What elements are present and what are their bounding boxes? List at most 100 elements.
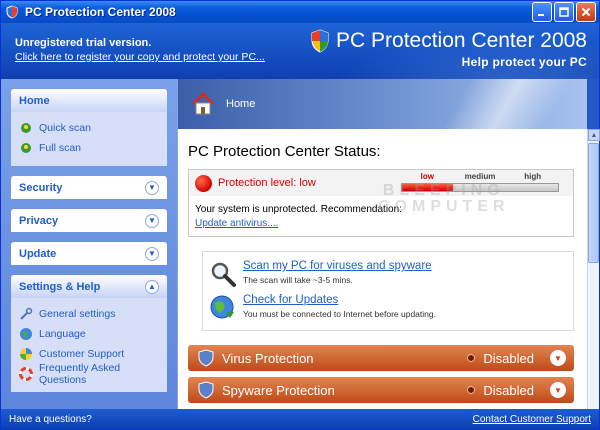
settings-icon xyxy=(19,307,33,321)
window-title: PC Protection Center 2008 xyxy=(25,5,176,19)
sidebar-item-full-scan[interactable]: Full scan xyxy=(19,138,159,158)
protection-state: Disabled xyxy=(467,383,534,398)
main-content: Home PC Protection Center Status: Protec… xyxy=(177,79,587,409)
lifebuoy-icon xyxy=(19,367,33,381)
meter-label-low: low xyxy=(420,172,434,181)
minimize-icon xyxy=(538,14,544,16)
brand: PC Protection Center 2008 xyxy=(310,29,587,53)
sidebar-item-quick-scan[interactable]: Quick scan xyxy=(19,118,159,138)
sidebar-panel-title: Privacy xyxy=(19,214,59,227)
scan-icon xyxy=(19,141,33,155)
protection-state: Disabled xyxy=(467,351,534,366)
protection-state-label: Disabled xyxy=(483,350,534,366)
breadcrumb: Home xyxy=(226,98,256,110)
virus-protection-bar[interactable]: Virus Protection Disabled ▼ xyxy=(188,345,574,371)
actions-box: Scan my PC for viruses and spyware The s… xyxy=(202,251,574,331)
globe-icon xyxy=(19,327,33,341)
app-header: Unregistered trial version. Click here t… xyxy=(1,23,599,79)
sidebar-panel-title: Update xyxy=(19,247,57,260)
sidebar-panel-title: Home xyxy=(19,94,50,107)
close-button[interactable] xyxy=(576,2,596,22)
update-action: Check for Updates You must be connected … xyxy=(209,294,436,322)
header-decoration xyxy=(407,79,587,129)
sidebar-item-label: Quick scan xyxy=(39,122,91,134)
sidebar-panel-home-body: Quick scan Full scan xyxy=(11,112,167,166)
sidebar-panel-title: Settings & Help xyxy=(19,280,101,293)
status-title: PC Protection Center Status: xyxy=(188,143,381,160)
sidebar-panel-update-header[interactable]: Update ▼ xyxy=(11,242,167,265)
shield-icon xyxy=(198,381,214,399)
sidebar-item-general-settings[interactable]: General settings xyxy=(19,304,159,324)
chevron-down-icon[interactable]: ▼ xyxy=(550,350,566,366)
vertical-scrollbar[interactable]: ▲ xyxy=(587,129,600,409)
support-icon xyxy=(19,347,33,361)
watermark: BLEEPING COMPUTER xyxy=(378,182,510,215)
minimize-button[interactable] xyxy=(532,2,552,22)
protection-level-text: Protection level: low xyxy=(218,177,316,189)
update-note: You must be connected to Internet before… xyxy=(243,309,436,319)
contact-support-link[interactable]: Contact Customer Support xyxy=(473,414,591,425)
sidebar-item-label: General settings xyxy=(39,308,116,320)
sidebar-item-label: Customer Support xyxy=(39,348,125,360)
protection-name: Virus Protection xyxy=(222,350,314,366)
app-window: PC Protection Center 2008 Unregistered t… xyxy=(0,0,600,430)
shield-icon xyxy=(6,5,18,19)
check-updates-link[interactable]: Check for Updates xyxy=(243,294,436,306)
protection-state-label: Disabled xyxy=(483,382,534,398)
chevron-down-icon[interactable]: ▼ xyxy=(145,180,159,195)
scan-pc-link[interactable]: Scan my PC for viruses and spyware xyxy=(243,260,432,272)
sidebar-item-language[interactable]: Language xyxy=(19,324,159,344)
content-header: Home xyxy=(178,79,587,129)
sidebar-panel-privacy: Privacy ▼ xyxy=(11,209,167,232)
sidebar-panel-privacy-header[interactable]: Privacy ▼ xyxy=(11,209,167,232)
status-dot-icon xyxy=(467,354,476,362)
scroll-up-button[interactable]: ▲ xyxy=(588,129,600,141)
title-bar[interactable]: PC Protection Center 2008 xyxy=(1,1,599,23)
sidebar-panel-settings-body: General settings Language Customer Suppo… xyxy=(11,298,167,392)
scan-icon xyxy=(19,121,33,135)
shield-icon xyxy=(311,29,329,53)
magnifier-icon xyxy=(211,262,236,287)
window-controls xyxy=(532,2,596,22)
scan-action: Scan my PC for viruses and spyware The s… xyxy=(209,260,432,288)
sidebar-panel-security-header[interactable]: Security ▼ xyxy=(11,176,167,199)
sidebar-panel-settings: Settings & Help ▲ General settings Langu… xyxy=(11,275,167,392)
chevron-down-icon[interactable]: ▼ xyxy=(145,246,159,261)
update-antivirus-link[interactable]: Update antivirus.... xyxy=(189,215,573,229)
sidebar: Home Quick scan Full scan Security ▼ Pri… xyxy=(1,79,177,409)
protection-name: Spyware Protection xyxy=(222,382,335,398)
maximize-icon xyxy=(559,7,569,17)
alert-icon xyxy=(195,174,212,192)
meter-labels: low medium high xyxy=(401,172,559,181)
spyware-protection-bar[interactable]: Spyware Protection Disabled ▼ xyxy=(188,377,574,403)
sidebar-panel-title: Security xyxy=(19,181,63,194)
close-icon xyxy=(581,7,591,17)
sidebar-panel-settings-header[interactable]: Settings & Help ▲ xyxy=(11,275,167,298)
status-bar: Have a questions? Contact Customer Suppo… xyxy=(1,409,599,429)
shield-icon xyxy=(198,349,214,367)
register-link[interactable]: Click here to register your copy and pro… xyxy=(15,51,265,63)
footer-text: Have a questions? xyxy=(9,413,92,425)
sidebar-item-customer-support[interactable]: Customer Support xyxy=(19,344,159,364)
trial-notice: Unregistered trial version. xyxy=(15,37,152,49)
meter-label-high: high xyxy=(524,172,542,181)
sidebar-panel-home: Home Quick scan Full scan xyxy=(11,89,167,166)
status-dot-icon xyxy=(467,386,476,394)
sidebar-item-label: Language xyxy=(39,328,86,340)
chevron-down-icon[interactable]: ▼ xyxy=(550,382,566,398)
sidebar-panel-security: Security ▼ xyxy=(11,176,167,199)
chevron-up-icon[interactable]: ▲ xyxy=(145,279,159,294)
sidebar-item-label: Frequently Asked Questions xyxy=(39,362,121,386)
meter-label-medium: medium xyxy=(464,172,496,181)
brand-title: PC Protection Center 2008 xyxy=(336,29,587,52)
home-icon xyxy=(191,91,215,115)
sidebar-item-faq[interactable]: Frequently Asked Questions xyxy=(19,362,159,386)
scan-note: The scan will take ~3-5 mins. xyxy=(243,275,353,285)
chevron-down-icon[interactable]: ▼ xyxy=(145,213,159,228)
brand-subtitle: Help protect your PC xyxy=(461,55,587,69)
sidebar-item-label: Full scan xyxy=(39,142,82,154)
maximize-button[interactable] xyxy=(554,2,574,22)
scroll-thumb[interactable] xyxy=(588,143,599,263)
sidebar-panel-update: Update ▼ xyxy=(11,242,167,265)
sidebar-panel-home-header[interactable]: Home xyxy=(11,89,167,112)
